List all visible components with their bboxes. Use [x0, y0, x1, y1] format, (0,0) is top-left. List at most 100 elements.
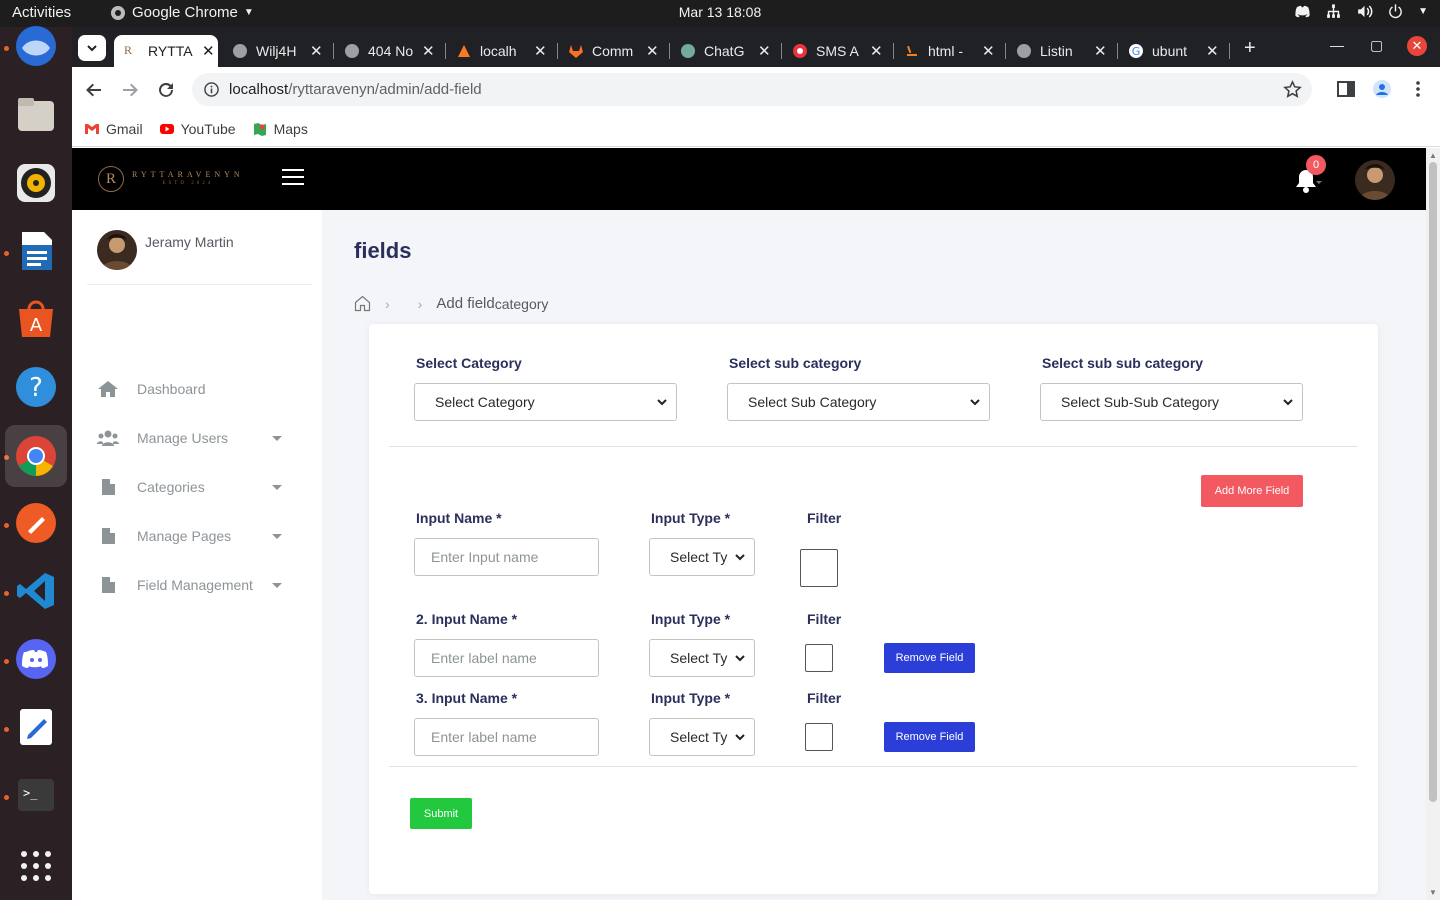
sidebar-item-categories[interactable]: Categories: [97, 472, 292, 502]
discord-tray-icon[interactable]: [1294, 3, 1311, 20]
rhythmbox-icon[interactable]: [12, 159, 60, 207]
tab-gitlab[interactable]: Comm ✕: [558, 35, 670, 67]
close-icon[interactable]: ✕: [870, 42, 883, 60]
tab-html[interactable]: html - ✕: [894, 35, 1006, 67]
dock: A ? >_: [0, 26, 72, 900]
header-avatar[interactable]: [1355, 160, 1395, 200]
text-editor-icon[interactable]: [12, 703, 60, 751]
tab-404[interactable]: 404 No ✕: [334, 35, 446, 67]
logo-name: RYTTARAVENYN: [132, 170, 244, 179]
tab-search-button[interactable]: [78, 35, 106, 61]
input-name-field[interactable]: Enter Input name: [414, 538, 599, 576]
chevron-down-icon: [735, 734, 745, 741]
tab-sms[interactable]: SMS A ✕: [782, 35, 894, 67]
filter-checkbox[interactable]: [805, 723, 833, 751]
tab-wilj4h[interactable]: Wilj4H ✕: [222, 35, 334, 67]
page-scrollbar[interactable]: ▲ ▼: [1426, 148, 1440, 900]
running-indicator: [4, 46, 9, 51]
close-icon[interactable]: ✕: [534, 42, 547, 60]
vscode-icon[interactable]: [12, 567, 60, 615]
sidebar-item-label: Categories: [137, 479, 205, 495]
postman-icon[interactable]: [12, 499, 60, 547]
network-icon[interactable]: [1325, 3, 1342, 20]
submit-button[interactable]: Submit: [410, 798, 472, 829]
site-logo[interactable]: R RYTTARAVENYN ESTD 2024: [98, 166, 244, 192]
terminal-icon[interactable]: >_: [12, 771, 60, 819]
remove-field-button[interactable]: Remove Field: [884, 722, 975, 752]
more-menu-icon[interactable]: [1408, 79, 1428, 99]
sidebar-item-label: Manage Users: [137, 430, 229, 446]
bookmark-youtube[interactable]: YouTube: [159, 121, 236, 137]
close-icon[interactable]: ✕: [422, 42, 435, 60]
filter-checkbox[interactable]: [805, 644, 833, 672]
bookmark-maps[interactable]: Maps: [252, 121, 308, 137]
back-icon[interactable]: [84, 80, 104, 100]
show-apps-icon[interactable]: [12, 842, 60, 890]
url-text: localhost/ryttaravenyn/admin/add-field: [229, 81, 482, 98]
svg-text:>_: >_: [23, 786, 38, 800]
tab-localhost[interactable]: localh ✕: [446, 35, 558, 67]
tab-chatgpt[interactable]: ChatG ✕: [670, 35, 782, 67]
tab-ryttaravenyn[interactable]: R RYTTA ✕: [114, 35, 218, 67]
select-subcategory-dropdown[interactable]: Select Sub Category: [727, 383, 990, 421]
clock[interactable]: Mar 13 18:08: [0, 4, 1440, 20]
sidebar-user[interactable]: Jeramy Martin: [97, 230, 234, 270]
tab-listing[interactable]: Listin ✕: [1006, 35, 1118, 67]
close-window-button[interactable]: ✕: [1407, 36, 1427, 56]
label-name-field[interactable]: Enter label name: [414, 718, 599, 756]
sidebar-item-field-management[interactable]: Field Management: [97, 570, 292, 600]
label-name-field[interactable]: Enter label name: [414, 639, 599, 677]
input-type-select[interactable]: Select Ty: [649, 639, 755, 677]
sidebar-item-manage-pages[interactable]: Manage Pages: [97, 521, 292, 551]
sidebar-item-manage-users[interactable]: Manage Users: [97, 423, 292, 453]
system-menu-caret-icon[interactable]: ▼: [1418, 6, 1428, 17]
scrollbar-thumb[interactable]: [1429, 162, 1437, 802]
close-icon[interactable]: ✕: [202, 42, 215, 60]
close-icon[interactable]: ✕: [982, 42, 995, 60]
thunderbird-icon[interactable]: [12, 22, 60, 70]
forward-icon[interactable]: [120, 80, 140, 100]
select-subsubcategory-dropdown[interactable]: Select Sub-Sub Category: [1040, 383, 1303, 421]
scroll-down-icon[interactable]: ▼: [1429, 888, 1437, 897]
minimize-button[interactable]: —: [1330, 37, 1344, 53]
writer-icon[interactable]: [12, 227, 60, 275]
address-bar[interactable]: localhost/ryttaravenyn/admin/add-field: [192, 73, 1312, 106]
maximize-button[interactable]: ▢: [1370, 37, 1383, 54]
close-icon[interactable]: ✕: [1206, 42, 1219, 60]
bookmark-label: Gmail: [106, 121, 143, 137]
bookmark-star-icon[interactable]: [1283, 80, 1302, 99]
tab-ubuntu[interactable]: G ubunt ✕: [1118, 35, 1230, 67]
close-icon[interactable]: ✕: [646, 42, 659, 60]
sidebar-item-dashboard[interactable]: Dashboard: [97, 374, 292, 404]
filter-checkbox[interactable]: [800, 549, 838, 587]
site-info-icon[interactable]: [204, 82, 219, 97]
discord-icon[interactable]: [12, 635, 60, 683]
close-icon[interactable]: ✕: [758, 42, 771, 60]
url-host: localhost: [229, 81, 289, 98]
power-icon[interactable]: [1387, 3, 1404, 20]
input-type-select[interactable]: Select Ty: [649, 718, 755, 756]
xampp-icon: [458, 45, 470, 57]
filter-label: Filter: [807, 510, 842, 526]
reload-icon[interactable]: [156, 80, 176, 100]
select-category-dropdown[interactable]: Select Category: [414, 383, 677, 421]
app-center-icon[interactable]: A: [12, 295, 60, 343]
home-icon[interactable]: [354, 295, 371, 312]
new-tab-button[interactable]: +: [1244, 37, 1256, 60]
input-type-select[interactable]: Select Ty: [649, 538, 755, 576]
hamburger-menu-icon[interactable]: [282, 169, 304, 187]
scroll-up-icon[interactable]: ▲: [1429, 151, 1437, 160]
close-icon[interactable]: ✕: [310, 42, 323, 60]
close-icon[interactable]: ✕: [1094, 42, 1107, 60]
remove-field-button[interactable]: Remove Field: [884, 643, 975, 673]
side-panel-icon[interactable]: [1336, 79, 1356, 99]
chrome-icon[interactable]: [5, 425, 67, 487]
bookmark-gmail[interactable]: Gmail: [84, 121, 143, 137]
profile-icon[interactable]: [1372, 79, 1392, 99]
files-icon[interactable]: [12, 91, 60, 139]
bookmarks-bar: Gmail YouTube Maps: [72, 112, 1440, 147]
volume-icon[interactable]: [1356, 3, 1373, 20]
running-indicator: [4, 251, 9, 256]
help-icon[interactable]: ?: [12, 363, 60, 411]
add-more-field-button[interactable]: Add More Field: [1201, 475, 1303, 507]
